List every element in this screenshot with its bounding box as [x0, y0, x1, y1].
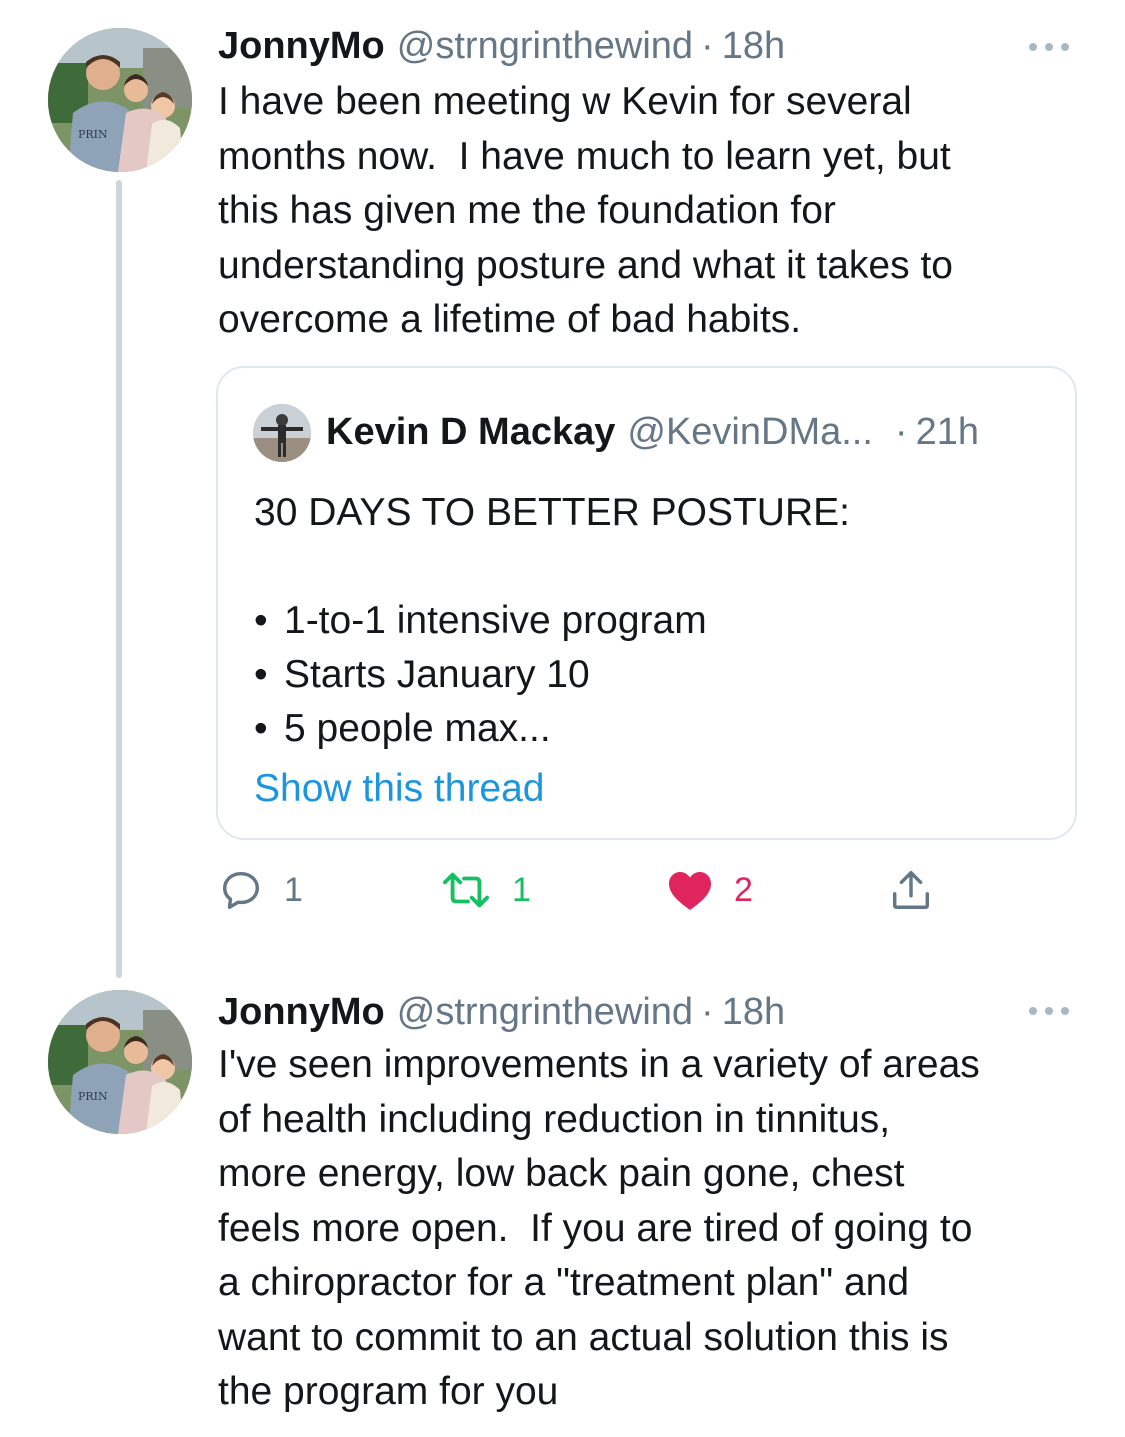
bullet-symbol: • — [254, 707, 268, 750]
separator-dot: · — [894, 411, 908, 453]
list-item-text: Starts January 10 — [284, 653, 590, 696]
reply-button[interactable]: 1 — [218, 862, 303, 918]
tweet[interactable]: PRIN JonnyMo @strngrinthewind · 18h I ha… — [0, 0, 1125, 990]
svg-text:PRIN: PRIN — [78, 128, 108, 141]
separator-dot: · — [701, 25, 714, 67]
quoted-author-name: Kevin D Mackay — [326, 411, 616, 453]
like-button[interactable]: 2 — [666, 862, 753, 918]
tweet[interactable]: PRIN JonnyMo @strngrinthewind · 18h I've… — [0, 990, 1125, 1437]
quoted-tweet[interactable]: Kevin D Mackay @KevinDMa... · 21h 30 DAY… — [216, 366, 1077, 840]
show-thread-link[interactable]: Show this thread — [254, 766, 545, 812]
more-options-icon[interactable] — [1029, 40, 1069, 54]
heart-icon — [669, 872, 711, 910]
share-button[interactable] — [888, 862, 934, 918]
list-item-text: 1-to-1 intensive program — [284, 599, 707, 642]
quoted-header: Kevin D Mackay @KevinDMa... · 21h — [326, 410, 979, 454]
retweet-icon — [442, 872, 489, 908]
quoted-timestamp: 21h — [915, 411, 979, 453]
quoted-author-handle: @KevinDMa... — [627, 411, 873, 453]
timestamp[interactable]: 18h — [722, 990, 785, 1034]
list-item: • Starts January 10 — [254, 648, 1044, 702]
list-item: • 5 people max... — [254, 702, 1044, 756]
avatar[interactable]: PRIN — [48, 990, 192, 1134]
quoted-text: 30 DAYS TO BETTER POSTURE: • 1-to-1 inte… — [254, 486, 1044, 756]
retweet-count: 1 — [512, 870, 531, 909]
thread-connector — [116, 180, 122, 978]
retweet-button[interactable]: 1 — [440, 862, 531, 918]
reply-count: 1 — [284, 870, 303, 909]
timestamp[interactable]: 18h — [722, 24, 785, 68]
tweet-header: JonnyMo @strngrinthewind · 18h — [218, 24, 785, 68]
author-handle[interactable]: @strngrinthewind — [397, 990, 693, 1034]
tweet-actions: 1 1 2 — [218, 862, 958, 918]
list-item: • 1-to-1 intensive program — [254, 594, 1044, 648]
avatar-photo: PRIN — [48, 990, 192, 1134]
reply-icon — [222, 871, 260, 909]
like-count: 2 — [734, 870, 753, 909]
tweet-header: JonnyMo @strngrinthewind · 18h — [218, 990, 785, 1034]
share-icon — [892, 871, 930, 909]
tweet-text: I have been meeting w Kevin for several … — [218, 80, 953, 341]
quoted-headline: 30 DAYS TO BETTER POSTURE: — [254, 491, 850, 534]
author-name[interactable]: JonnyMo — [218, 24, 385, 68]
separator-dot: · — [701, 991, 714, 1033]
tweet-text: I've seen improvements in a variety of a… — [218, 1043, 980, 1413]
avatar[interactable]: PRIN — [48, 28, 192, 172]
author-handle[interactable]: @strngrinthewind — [397, 24, 693, 68]
bullet-symbol: • — [254, 653, 268, 696]
bullet-symbol: • — [254, 599, 268, 642]
more-options-icon[interactable] — [1029, 1004, 1069, 1018]
author-name[interactable]: JonnyMo — [218, 990, 385, 1034]
quoted-avatar — [253, 404, 311, 462]
avatar-photo: PRIN — [48, 28, 192, 172]
quoted-avatar-photo — [253, 404, 311, 462]
list-item-text: 5 people max... — [284, 707, 551, 750]
svg-text:PRIN: PRIN — [78, 1090, 108, 1103]
